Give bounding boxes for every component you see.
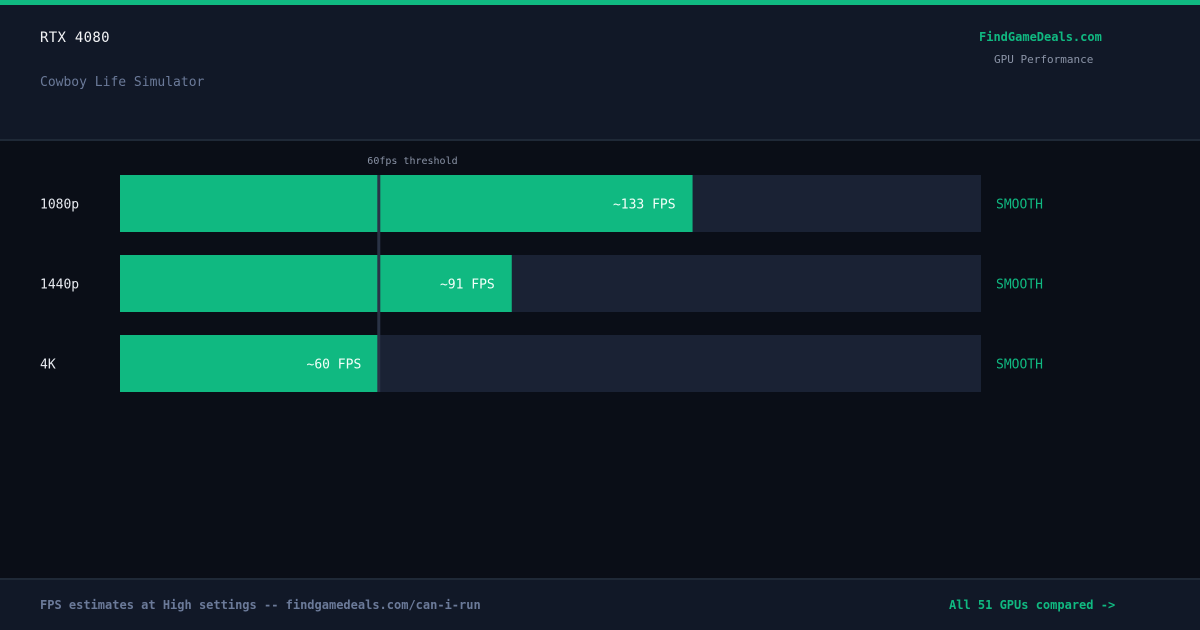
brand-subtitle: GPU Performance [994,53,1094,66]
threshold-line [377,175,381,392]
value-label-4K: ~60 FPS [307,358,362,373]
value-label-1440p: ~91 FPS [440,278,495,293]
game-title: Cowboy Life Simulator [40,75,205,90]
footer-note: FPS estimates at High settings -- findga… [40,598,481,612]
all-gpus-link[interactable]: All 51 GPUs compared -> [949,598,1115,612]
threshold-label: 60fps threshold [367,156,457,167]
status-label-1080p: SMOOTH [996,198,1043,213]
header: RTX 4080 Cowboy Life Simulator FindGameD… [0,5,1200,141]
category-label-1080p: 1080p [40,198,79,213]
category-label-4K: 4K [40,358,56,373]
status-label-1440p: SMOOTH [996,278,1043,293]
gpu-title: RTX 4080 [40,30,110,46]
brand-logo-text[interactable]: FindGameDeals.com [979,30,1102,44]
status-label-4K: SMOOTH [996,358,1043,373]
footer: FPS estimates at High settings -- findga… [0,578,1200,630]
fps-bar-chart: 1080p ~133 FPS SMOOTH 1440p ~91 FPS SMOOTH 4K ~… [40,156,1043,392]
value-label-1080p: ~133 FPS [613,198,676,213]
category-label-1440p: 1440p [40,278,79,293]
bar-1080p [120,175,693,232]
fps-chart: 1080p ~133 FPS SMOOTH 1440p ~91 FPS SMOOTH 4K ~… [0,143,1200,578]
